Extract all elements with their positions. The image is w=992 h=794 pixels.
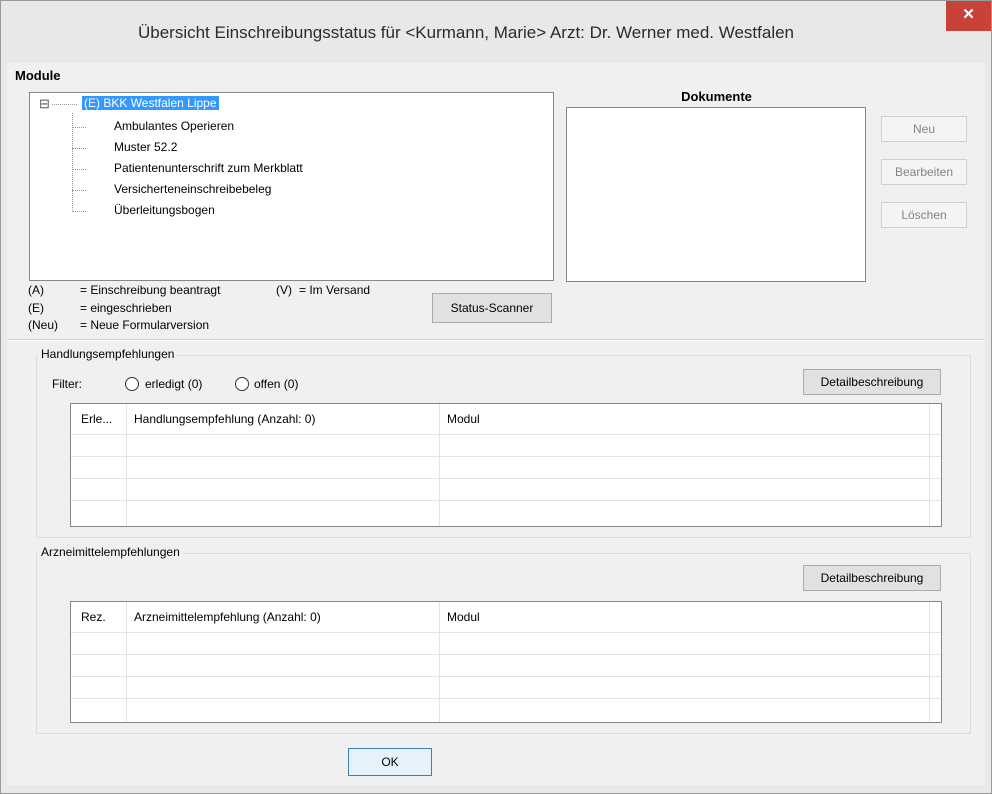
grid-line: [439, 404, 440, 526]
tree-item-versicherteneinschreibebeleg[interactable]: Versicherteneinschreibebeleg: [114, 182, 271, 196]
grid-line: [71, 632, 941, 633]
dialog-client-area: Module ⊟ (E) BKK Westfalen Lippe Ambulan…: [7, 63, 985, 785]
handlung-group-label: Handlungsempfehlungen: [38, 347, 178, 361]
grid-line: [929, 602, 930, 722]
tree-item-muster-52-2[interactable]: Muster 52.2: [114, 140, 177, 154]
window-title: Übersicht Einschreibungsstatus für <Kurm…: [137, 23, 795, 42]
grid-line: [71, 456, 941, 457]
grid-line: [929, 404, 930, 526]
radio-erledigt-label[interactable]: erledigt (0): [145, 377, 202, 391]
tree-connector: [52, 104, 77, 105]
tree-item-ueberleitungsbogen[interactable]: Überleitungsbogen: [114, 203, 215, 217]
dokumente-list[interactable]: [566, 107, 866, 282]
tree-item-patientenunterschrift[interactable]: Patientenunterschrift zum Merkblatt: [114, 161, 303, 175]
arznei-table[interactable]: Rez. Arzneimittelempfehlung (Anzahl: 0) …: [70, 601, 942, 723]
tree-connector: [72, 169, 86, 170]
handlung-detail-button[interactable]: Detailbeschreibung: [803, 369, 941, 395]
filter-label: Filter:: [52, 377, 82, 391]
status-scanner-button[interactable]: Status-Scanner: [432, 293, 552, 323]
dokumente-label: Dokumente: [681, 89, 752, 104]
handlung-table-header: Erle... Handlungsempfehlung (Anzahl: 0) …: [71, 404, 941, 434]
grid-line: [71, 434, 941, 435]
tree-connector: [72, 148, 86, 149]
grid-line: [71, 676, 941, 677]
legend-e-key: (E): [28, 301, 44, 315]
module-section-label: Module: [15, 68, 61, 83]
legend-v-value: = Im Versand: [299, 283, 371, 297]
arznei-group-label: Arzneimittelempfehlungen: [38, 545, 183, 559]
column-header-modul[interactable]: Modul: [447, 602, 480, 632]
grid-line: [439, 602, 440, 722]
tree-collapse-icon[interactable]: ⊟: [39, 96, 50, 112]
legend-neu-value: = Neue Formularversion: [80, 318, 210, 332]
arznei-table-header: Rez. Arzneimittelempfehlung (Anzahl: 0) …: [71, 602, 941, 632]
bearbeiten-button[interactable]: Bearbeiten: [881, 159, 967, 185]
radio-offen-label[interactable]: offen (0): [254, 377, 298, 391]
handlung-table[interactable]: Erle... Handlungsempfehlung (Anzahl: 0) …: [70, 403, 942, 527]
section-divider: [7, 339, 985, 341]
grid-line: [71, 698, 941, 699]
column-header-arzneimittelempfehlung[interactable]: Arzneimittelempfehlung (Anzahl: 0): [134, 602, 321, 632]
arznei-detail-button[interactable]: Detailbeschreibung: [803, 565, 941, 591]
column-header-rezept[interactable]: Rez.: [81, 602, 106, 632]
tree-connector: [72, 211, 86, 212]
close-icon: ✕: [962, 6, 975, 23]
tree-connector: [72, 127, 86, 128]
module-tree[interactable]: ⊟ (E) BKK Westfalen Lippe Ambulantes Ope…: [29, 92, 554, 281]
grid-line: [71, 654, 941, 655]
legend-a-value: = Einschreibung beantragt: [80, 283, 221, 297]
column-header-erledigt[interactable]: Erle...: [81, 404, 112, 434]
legend-neu-key: (Neu): [28, 318, 59, 332]
dialog-window: Übersicht Einschreibungsstatus für <Kurm…: [0, 0, 992, 794]
neu-button[interactable]: Neu: [881, 116, 967, 142]
grid-line: [71, 500, 941, 501]
tree-connector: [72, 190, 86, 191]
column-header-modul[interactable]: Modul: [447, 404, 480, 434]
radio-offen[interactable]: [235, 377, 249, 391]
legend-e-value: = eingeschrieben: [80, 301, 172, 315]
grid-line: [126, 404, 127, 526]
close-button[interactable]: ✕: [946, 1, 991, 31]
grid-line: [71, 478, 941, 479]
title-bar: Übersicht Einschreibungsstatus für <Kurm…: [1, 1, 991, 63]
legend-v-key: (V): [276, 283, 292, 297]
tree-root-item[interactable]: (E) BKK Westfalen Lippe: [82, 96, 219, 110]
grid-line: [126, 602, 127, 722]
legend-a-key: (A): [28, 283, 44, 297]
radio-erledigt[interactable]: [125, 377, 139, 391]
column-header-handlungsempfehlung[interactable]: Handlungsempfehlung (Anzahl: 0): [134, 404, 315, 434]
tree-item-ambulantes-operieren[interactable]: Ambulantes Operieren: [114, 119, 234, 133]
loeschen-button[interactable]: Löschen: [881, 202, 967, 228]
ok-button[interactable]: OK: [348, 748, 432, 776]
